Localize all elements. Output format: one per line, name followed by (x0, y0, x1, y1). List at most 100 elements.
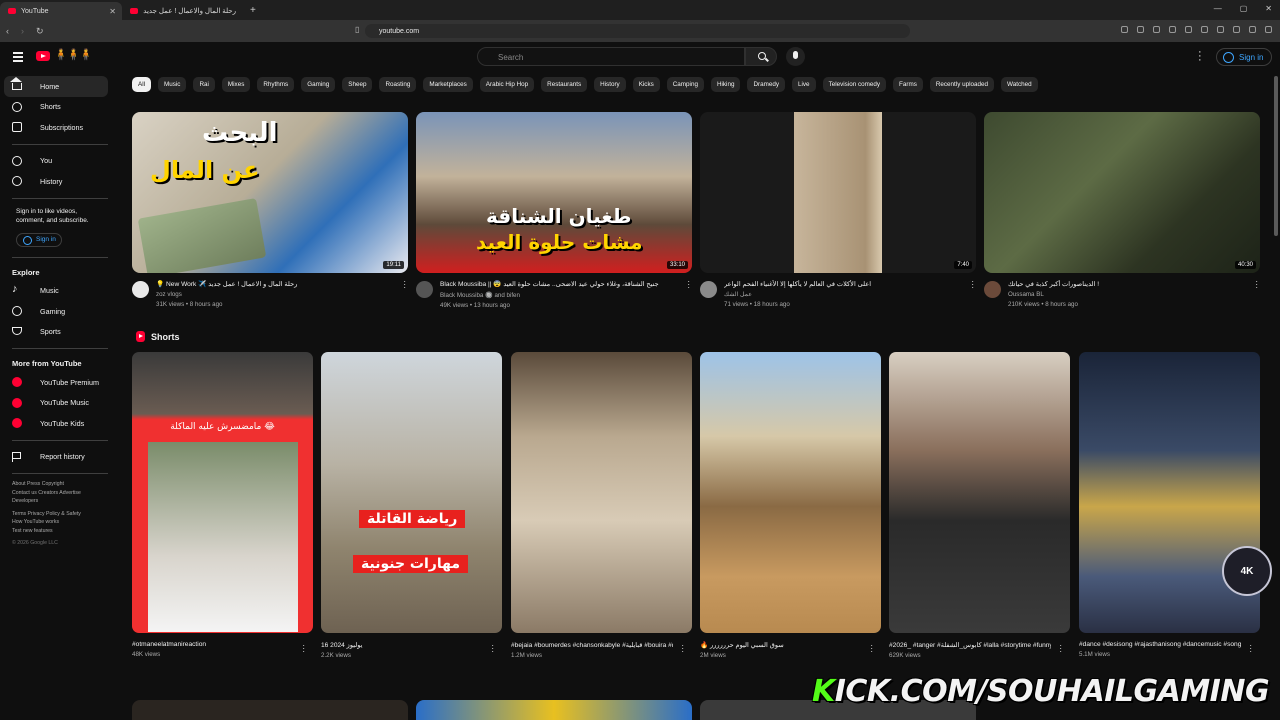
more-actions-icon[interactable]: · · · (681, 642, 684, 656)
video-thumbnail[interactable]: طغيان الشناقة مشات حلوة العيد 33:10 (416, 112, 692, 273)
voice-search-icon[interactable] (786, 47, 805, 66)
video-thumbnail[interactable]: 7:40 (700, 112, 976, 273)
more-actions-icon[interactable]: · · · (302, 642, 305, 656)
short-card[interactable]: #2026_ #tanger #كابوس_الشفلة #lalla #sto… (889, 352, 1070, 659)
close-window-icon[interactable]: ✕ (1265, 4, 1272, 13)
video-thumbnail[interactable] (416, 700, 692, 720)
video-card[interactable]: طغيان الشناقة مشات حلوة العيد 33:10 Blac… (416, 112, 692, 309)
video-card[interactable]: 40:30 الديناصورات أكبر كذبة في حياتك ! O… (984, 112, 1260, 308)
url-field[interactable]: youtube.com (365, 24, 910, 38)
back-icon[interactable]: ‹ (6, 26, 9, 37)
maximize-icon[interactable]: ▢ (1240, 4, 1248, 13)
chip-farms[interactable]: Farms (893, 77, 923, 92)
extension-icon[interactable] (1217, 26, 1224, 33)
video-title[interactable]: اعلى الأكلات في العالم لا يأكلها إلا الأ… (724, 280, 964, 288)
channel-avatar[interactable] (700, 281, 717, 298)
footer-links[interactable]: Test new features (12, 527, 108, 536)
more-actions-icon[interactable]: · · · (971, 278, 974, 292)
sidebar-item-youtube-kids[interactable]: YouTube Kids (4, 413, 108, 434)
settings-kebab-icon[interactable]: · · · (1198, 47, 1202, 66)
channel-name[interactable]: عمل الشك (724, 291, 976, 298)
chip-music[interactable]: Music (158, 77, 187, 92)
sign-in-button[interactable]: Sign in (1216, 48, 1273, 66)
video-thumbnail[interactable] (132, 700, 408, 720)
more-actions-icon[interactable]: · · · (1059, 642, 1062, 656)
short-thumbnail[interactable]: 😂 مامضسرش عليه الماكلة (132, 352, 313, 633)
menu-icon[interactable] (13, 52, 23, 64)
short-card[interactable]: رياضة القاتلة مهارات جنونية 16 2024 يولي… (321, 352, 502, 659)
sidebar-item-shorts[interactable]: Shorts (4, 97, 108, 118)
short-card[interactable]: #dance #desisong #rajasthanisong #dancem… (1079, 352, 1260, 658)
short-thumbnail[interactable]: رياضة القاتلة مهارات جنونية (321, 352, 502, 633)
extension-icon[interactable] (1169, 26, 1176, 33)
more-actions-icon[interactable]: · · · (1255, 278, 1258, 292)
chip-watched[interactable]: Watched (1001, 77, 1038, 92)
more-actions-icon[interactable]: · · · (687, 278, 690, 292)
search-button[interactable] (745, 47, 777, 66)
chip-mixes[interactable]: Mixes (221, 77, 251, 92)
chip-kicks[interactable]: Kicks (632, 77, 660, 92)
short-title[interactable]: 🔥 سوق السبي اليوم حرررررر (700, 641, 862, 649)
more-actions-icon[interactable]: · · · (870, 642, 873, 656)
video-thumbnail[interactable]: 40:30 (984, 112, 1260, 273)
sidebar-item-you[interactable]: You (4, 151, 108, 172)
browser-tab-youtube[interactable]: YouTube ✕ (0, 2, 122, 20)
extension-icon[interactable] (1137, 26, 1144, 33)
short-title[interactable]: #bejaia #boumerdes #chansonkabyle #قبايل… (511, 641, 673, 649)
extension-icon[interactable] (1265, 26, 1272, 33)
video-title[interactable]: Black Moussiba || 😨 جنيح الشناقة، وغلاء … (440, 280, 680, 288)
chip-recently-uploaded[interactable]: Recently uploaded (929, 77, 995, 92)
chip-all[interactable]: All (132, 77, 151, 92)
sidebar-item-youtube-music[interactable]: YouTube Music (4, 393, 108, 414)
channel-name[interactable]: Oussama BL (1008, 291, 1260, 298)
extension-icon[interactable] (1121, 26, 1128, 33)
search-input[interactable]: Search (477, 47, 745, 66)
more-actions-icon[interactable]: · · · (1249, 642, 1252, 656)
reload-icon[interactable]: ↻ (36, 26, 44, 37)
footer-links[interactable]: About Press Copyright (12, 480, 108, 489)
chip-sheep[interactable]: Sheep (342, 77, 373, 92)
sidebar-item-history[interactable]: History (4, 171, 108, 192)
close-tab-icon[interactable]: ✕ (109, 7, 116, 16)
youtube-doodle[interactable]: 🧍🧍🧍 (54, 48, 93, 61)
chip-hiking[interactable]: Hiking (710, 77, 741, 92)
extension-icon[interactable] (1153, 26, 1160, 33)
chip-roasting[interactable]: Roasting (379, 77, 417, 92)
video-card[interactable]: البحث عن المال 19:11 💡 New Work ✈️ رحلة … (132, 112, 408, 308)
short-thumbnail[interactable] (889, 352, 1070, 633)
short-title[interactable]: #otmaneelatmanireaction (132, 641, 294, 648)
extension-icon[interactable] (1201, 26, 1208, 33)
forward-icon[interactable]: › (21, 26, 24, 37)
chip-live[interactable]: Live (792, 77, 816, 92)
minimize-icon[interactable]: — (1214, 4, 1222, 13)
short-thumbnail[interactable] (700, 352, 881, 633)
short-card[interactable]: 😂 مامضسرش عليه الماكلة #otmaneelatmanire… (132, 352, 313, 658)
extension-icon[interactable] (1249, 26, 1256, 33)
footer-links[interactable]: Terms Privacy Policy & Safety (12, 510, 108, 519)
short-thumbnail[interactable] (511, 352, 692, 633)
chip-dramedy[interactable]: Dramedy (747, 77, 785, 92)
chip-history[interactable]: History (594, 77, 626, 92)
short-card[interactable]: #bejaia #boumerdes #chansonkabyle #قبايل… (511, 352, 692, 659)
sidebar-sign-in-button[interactable]: Sign in (16, 232, 62, 247)
chip-gaming[interactable]: Gaming (301, 77, 336, 92)
sidebar-item-home[interactable]: Home (4, 76, 108, 97)
sidebar-item-music[interactable]: Music (4, 281, 108, 302)
sidebar-item-gaming[interactable]: Gaming (4, 301, 108, 322)
footer-links[interactable]: How YouTube works (12, 518, 108, 527)
page-scrollbar[interactable] (1274, 76, 1278, 236)
more-actions-icon[interactable]: · · · (403, 278, 406, 292)
sidebar-item-report-history[interactable]: Report history (4, 447, 108, 468)
short-title[interactable]: #dance #desisong #rajasthanisong #dancem… (1079, 641, 1241, 648)
video-title[interactable]: الديناصورات أكبر كذبة في حياتك ! (1008, 280, 1248, 288)
chip-camping[interactable]: Camping (666, 77, 704, 92)
channel-avatar[interactable] (984, 281, 1001, 298)
new-tab-icon[interactable]: + (250, 5, 256, 16)
short-card[interactable]: 🔥 سوق السبي اليوم حرررررر 2M views · · · (700, 352, 881, 659)
video-title[interactable]: 💡 New Work ✈️ رحلة المال و الاعمال ! عمل… (156, 280, 396, 288)
short-title[interactable]: #2026_ #tanger #كابوس_الشفلة #lalla #sto… (889, 641, 1051, 649)
chip-arabic-hip-hop[interactable]: Arabic Hip Hop (479, 77, 535, 92)
channel-name[interactable]: Black Moussiba 🔘 and bifen (440, 291, 692, 299)
footer-links[interactable]: Developers (12, 497, 108, 506)
more-actions-icon[interactable]: · · · (491, 642, 494, 656)
